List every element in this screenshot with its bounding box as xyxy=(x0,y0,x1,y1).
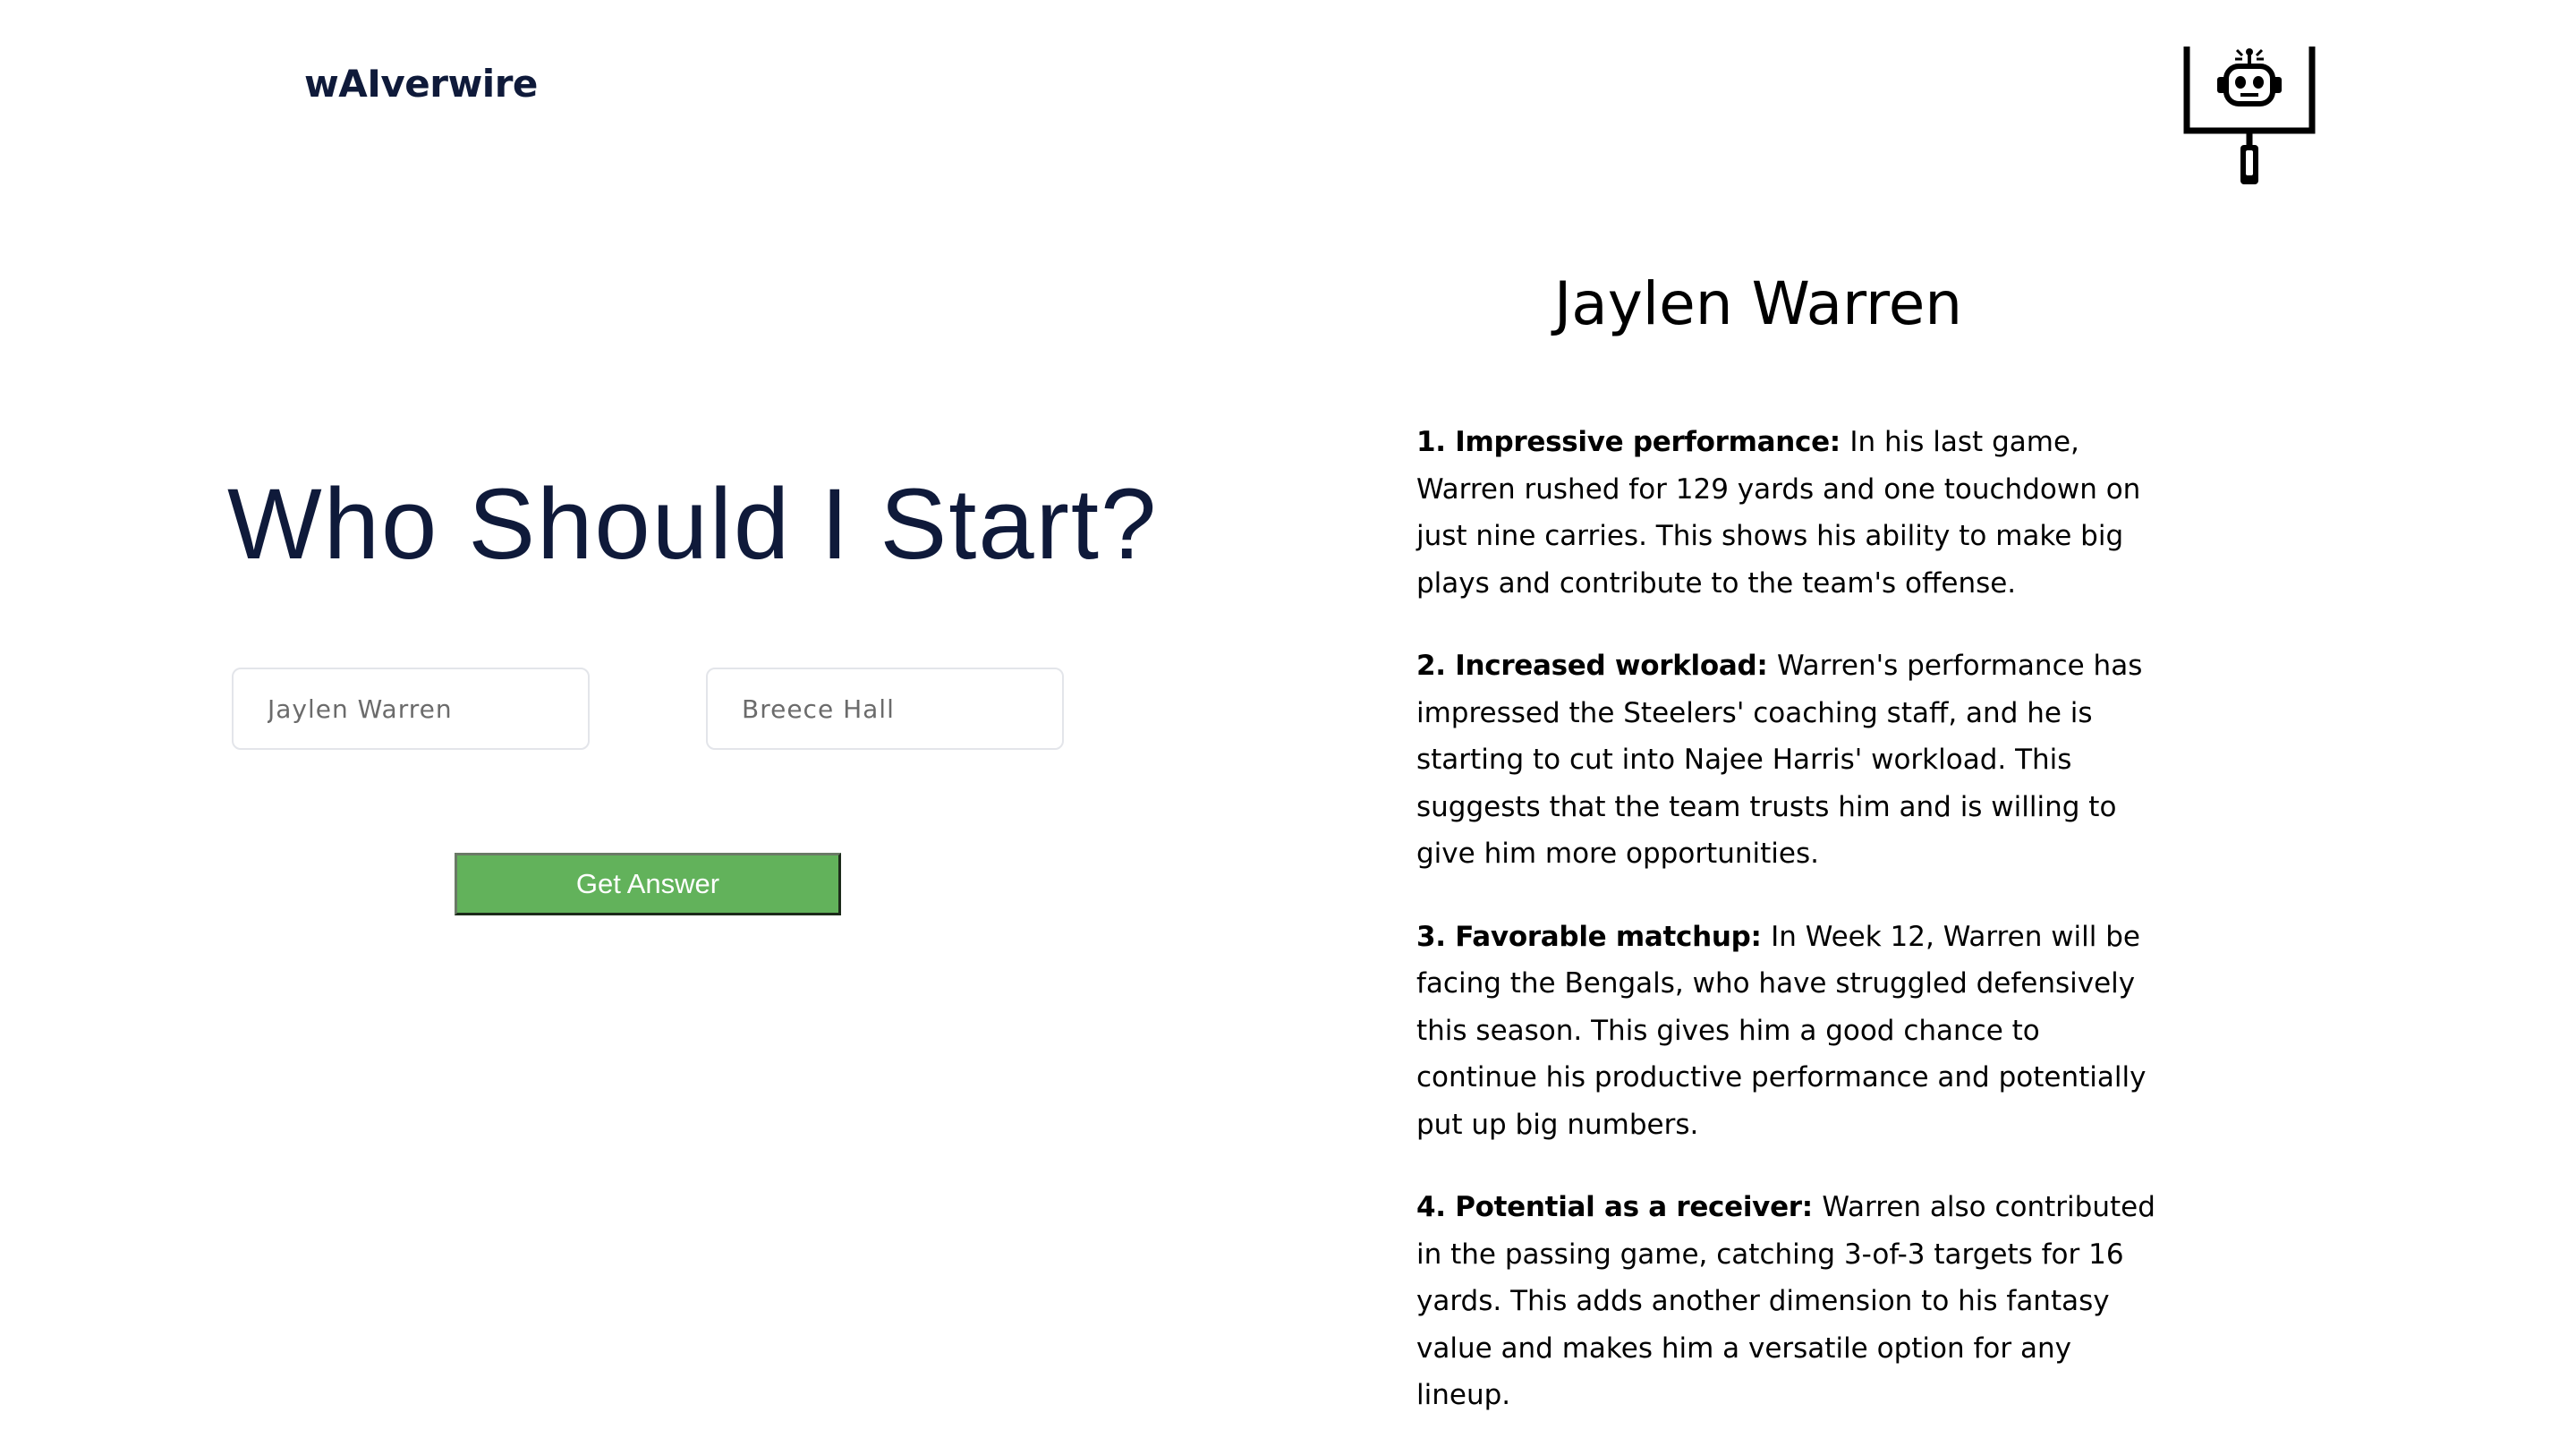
goalpost-robot-icon[interactable] xyxy=(2183,43,2317,186)
reason-item: 1. Impressive performance: In his last g… xyxy=(1416,419,2159,607)
reason-text: Warren also contributed in the passing g… xyxy=(1416,1191,2155,1411)
reasons-list: 1. Impressive performance: In his last g… xyxy=(1416,419,2159,1455)
reason-item: 4. Potential as a receiver: Warren also … xyxy=(1416,1184,2159,1419)
answer-title: Jaylen Warren xyxy=(1553,269,1963,338)
reason-item: 2. Increased workload: Warren's performa… xyxy=(1416,642,2159,878)
reason-label: 1. Impressive performance: xyxy=(1416,426,1850,458)
get-answer-button[interactable]: Get Answer xyxy=(455,853,841,915)
player-two-input[interactable] xyxy=(706,668,1064,750)
reason-text: In Week 12, Warren will be facing the Be… xyxy=(1416,920,2147,1141)
reason-label: 4. Potential as a receiver: xyxy=(1416,1191,1823,1223)
page-headline: Who Should I Start? xyxy=(227,468,1159,580)
reason-item: 3. Favorable matchup: In Week 12, Warren… xyxy=(1416,914,2159,1149)
brand-name[interactable]: wAIverwire xyxy=(304,59,538,109)
reason-label: 2. Increased workload: xyxy=(1416,650,1777,682)
reason-text: Warren's performance has impressed the S… xyxy=(1416,650,2143,870)
reason-label: 3. Favorable matchup: xyxy=(1416,920,1772,953)
page: wAIverwire Who Should I Start? Get Answe… xyxy=(0,0,2576,1455)
player-one-input[interactable] xyxy=(232,668,590,750)
